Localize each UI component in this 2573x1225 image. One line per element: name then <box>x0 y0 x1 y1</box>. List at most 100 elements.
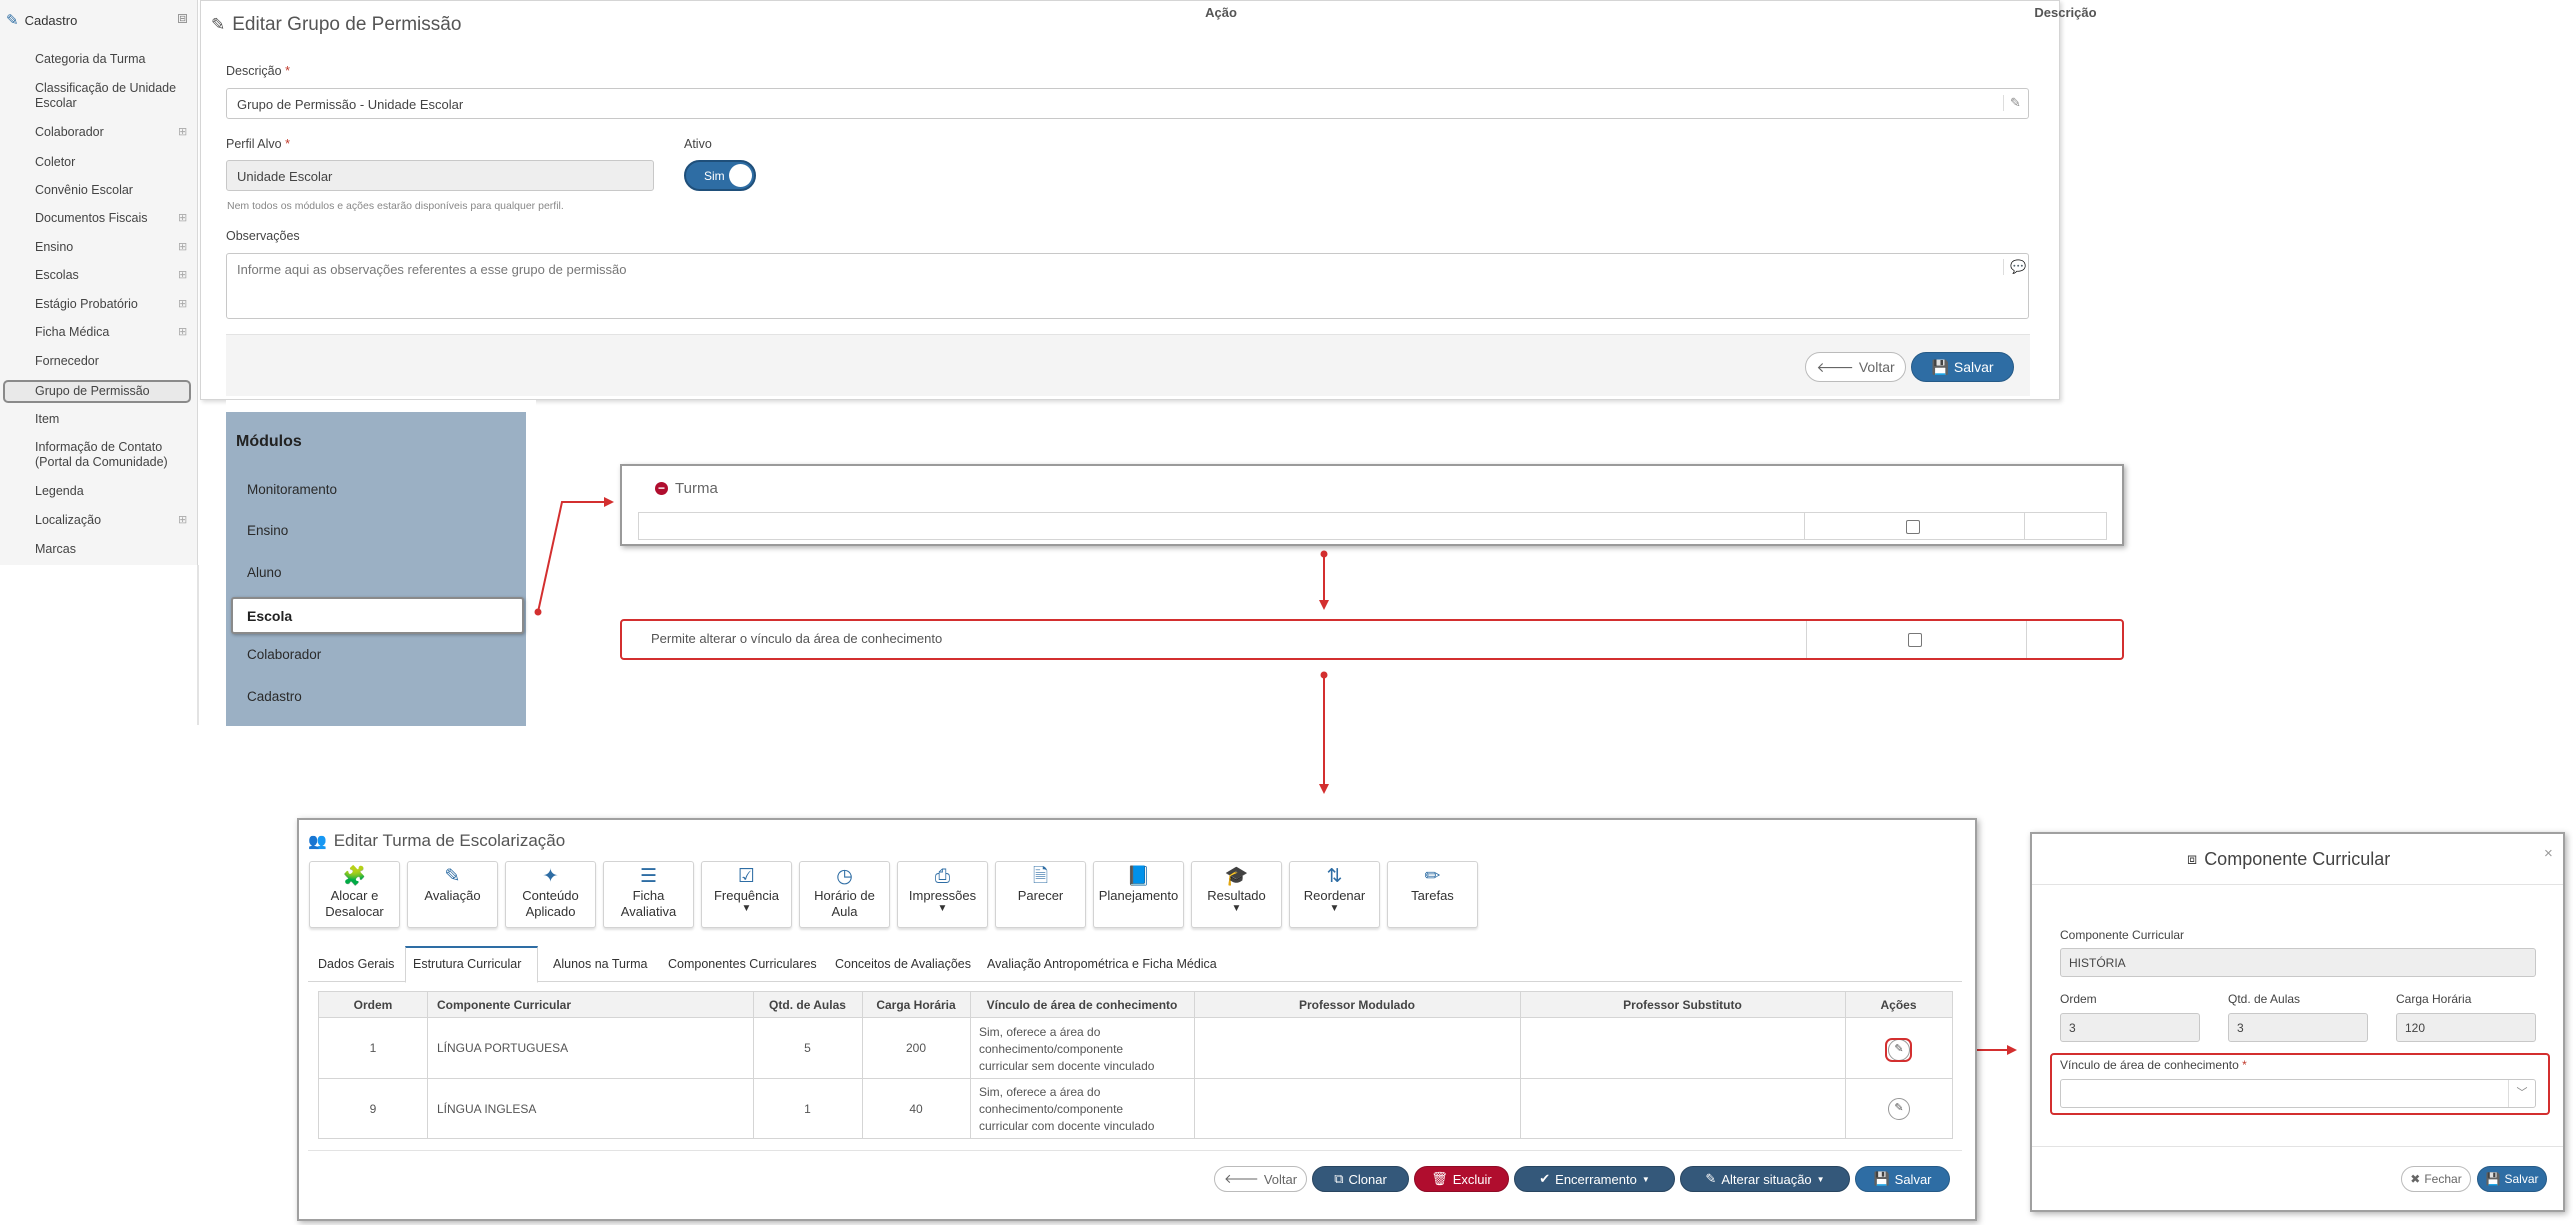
modules-title: Módulos <box>236 433 302 450</box>
tab-estrutura-curricular[interactable]: Estrutura Curricular <box>413 957 521 971</box>
sidebar-border <box>197 565 199 725</box>
toolbar-alocar-button[interactable]: 🧩 Alocar e Desalocar <box>309 861 400 928</box>
sidebar-item-fornecedor[interactable]: Fornecedor <box>35 354 185 369</box>
save-button[interactable]: 💾 Salvar <box>1911 352 2014 382</box>
toolbar-frequencia-button[interactable]: ☑ Frequência ▼ <box>701 861 792 928</box>
arrow-module-to-turma <box>534 497 614 616</box>
sidebar-item-informacao-contato[interactable]: Informação de Contato (Portal da Comunid… <box>35 440 185 470</box>
row2-classes: 1 <box>804 1102 811 1116</box>
row2-order: 9 <box>369 1102 377 1116</box>
caret-down-icon: ▼ <box>937 903 948 914</box>
sidebar-item-ensino[interactable]: Ensino <box>35 240 185 255</box>
class-save-button[interactable]: 💾 Salvar <box>1855 1166 1950 1192</box>
expand-icon[interactable]: ⊞ <box>178 515 187 526</box>
toolbar-horario-button[interactable]: ◷ Horário de Aula <box>799 861 890 928</box>
closing-dropdown-button[interactable]: ✔ Encerramento ▼ <box>1514 1166 1675 1192</box>
turma-table-header <box>638 512 2107 540</box>
edit-icon: ✎ <box>444 866 461 887</box>
profile-hint: Nem todos os módulos e ações estarão dis… <box>227 200 564 212</box>
toolbar-impressoes-button[interactable]: ⎙ Impressões ▼ <box>897 861 988 928</box>
notes-textarea[interactable]: Informe aqui as observações referentes a… <box>226 253 2029 319</box>
toolbar-avaliacao-button[interactable]: ✎ Avaliação <box>407 861 498 928</box>
modal-component-input[interactable]: HISTÓRIA <box>2060 948 2536 977</box>
module-item-aluno[interactable]: Aluno <box>247 565 282 580</box>
module-item-colaborador[interactable]: Colaborador <box>247 647 321 662</box>
row2-component: LÍNGUA INGLESA <box>437 1102 537 1116</box>
tab-dados-gerais[interactable]: Dados Gerais <box>318 957 394 971</box>
close-icon[interactable]: × <box>2544 845 2553 862</box>
sidebar-item-localizacao[interactable]: Localização <box>35 513 185 528</box>
profile-input[interactable]: Unidade Escolar <box>226 160 654 191</box>
toolbar-parecer-button[interactable]: 🗎 Parecer <box>995 861 1086 928</box>
module-item-monitoramento[interactable]: Monitoramento <box>247 482 337 497</box>
modal-hours-input[interactable]: 120 <box>2396 1013 2536 1042</box>
modal-classes-input[interactable]: 3 <box>2228 1013 2368 1042</box>
class-back-button[interactable]: 🡐 Voltar <box>1214 1166 1307 1192</box>
toolbar-tarefas-button[interactable]: ✏ Tarefas <box>1387 861 1478 928</box>
back-button[interactable]: 🡐 Voltar <box>1805 352 1906 382</box>
module-item-ensino[interactable]: Ensino <box>247 523 288 538</box>
modal-order-input[interactable]: 3 <box>2060 1013 2200 1042</box>
modal-close-button[interactable]: ✖ Fechar <box>2401 1166 2471 1192</box>
check-icon: ✔ <box>1539 1171 1551 1186</box>
expand-icon[interactable]: ⊞ <box>178 127 187 138</box>
module-item-cadastro[interactable]: Cadastro <box>247 689 302 704</box>
select-all-checkbox[interactable] <box>1906 520 1920 534</box>
sidebar-item-legenda[interactable]: Legenda <box>35 484 185 499</box>
arrow-turma-to-row <box>1319 550 1329 610</box>
sidebar-item-coletor[interactable]: Coletor <box>35 155 185 170</box>
sidebar-item-marcas[interactable]: Marcas <box>35 542 185 557</box>
sidebar-item-ficha-medica[interactable]: Ficha Médica <box>35 325 185 340</box>
active-toggle[interactable]: Sim <box>684 160 756 191</box>
column-header-professor-modulado: Professor Modulado <box>1298 998 1415 1012</box>
column-divider <box>1194 992 1195 1138</box>
modal-save-button[interactable]: 💾 Salvar <box>2477 1166 2547 1192</box>
delete-button[interactable]: 🗑 Excluir <box>1414 1166 1509 1192</box>
magic-wand-icon: ✦ <box>542 866 559 887</box>
expand-icon[interactable]: ⊞ <box>178 299 187 310</box>
tab-antropometrica[interactable]: Avaliação Antropométrica e Ficha Médica <box>987 957 1217 971</box>
expand-icon[interactable]: ⊞ <box>178 270 187 281</box>
sidebar-item-estagio[interactable]: Estágio Probatório <box>35 297 185 312</box>
permission-checkbox[interactable] <box>1908 633 1922 647</box>
sidebar-item-grupo-permissao[interactable]: Grupo de Permissão <box>35 384 185 399</box>
sidebar-item-convenio[interactable]: Convênio Escolar <box>35 183 185 198</box>
collapse-icon[interactable]: ⊟ <box>178 14 187 23</box>
sidebar-item-classificacao[interactable]: Classificação de Unidade Escolar <box>35 81 185 111</box>
row2-link: Sim, oferece a área do conhecimento/comp… <box>979 1085 1155 1133</box>
turma-section-title[interactable]: − Turma <box>655 480 718 497</box>
change-status-dropdown-button[interactable]: ✎ Alterar situação ▼ <box>1680 1166 1850 1192</box>
toolbar-conteudo-button[interactable]: ✦ Conteúdo Aplicado <box>505 861 596 928</box>
row-divider <box>319 1078 1952 1079</box>
sidebar-item-colaborador[interactable]: Colaborador <box>35 125 185 140</box>
sidebar-item-categoria-turma[interactable]: Categoria da Turma <box>35 52 185 67</box>
toolbar-planejamento-button[interactable]: 📘 Planejamento <box>1093 861 1184 928</box>
knowledge-area-link-select[interactable]: ﹀ <box>2060 1079 2536 1108</box>
toolbar-ficha-button[interactable]: ☰ Ficha Avaliativa <box>603 861 694 928</box>
graduation-cap-icon: 🎓 <box>1224 866 1249 887</box>
description-input[interactable]: Grupo de Permissão - Unidade Escolar <box>226 88 2029 119</box>
expand-icon[interactable]: ⊞ <box>178 242 187 253</box>
sidebar-item-item[interactable]: Item <box>35 412 185 427</box>
toolbar-reordenar-button[interactable]: ⇅ Reordenar ▼ <box>1289 861 1380 928</box>
clone-button[interactable]: ⧉ Clonar <box>1312 1166 1409 1192</box>
description-label: Descrição * <box>226 64 290 78</box>
sidebar-item-escolas[interactable]: Escolas <box>35 268 185 283</box>
comment-icon: 💬 <box>2003 259 2026 275</box>
expand-icon[interactable]: ⊞ <box>178 327 187 338</box>
column-divider <box>753 992 754 1138</box>
sidebar-item-documentos[interactable]: Documentos Fiscais <box>35 211 185 226</box>
tab-componentes[interactable]: Componentes Curriculares <box>668 957 817 971</box>
tab-alunos-turma[interactable]: Alunos na Turma <box>553 957 648 971</box>
module-item-escola[interactable]: Escola <box>231 597 524 634</box>
row2-edit-button[interactable]: ✎ <box>1888 1098 1910 1120</box>
column-header-ordem: Ordem <box>353 998 393 1012</box>
tab-conceitos[interactable]: Conceitos de Avaliações <box>835 957 971 971</box>
arrow-left-icon: 🡐 <box>1816 358 1854 375</box>
sidebar-header[interactable]: ✎ Cadastro <box>6 11 77 29</box>
expand-icon[interactable]: ⊞ <box>178 213 187 224</box>
toolbar-resultado-button[interactable]: 🎓 Resultado ▼ <box>1191 861 1282 928</box>
minus-circle-icon[interactable]: − <box>655 482 668 495</box>
save-icon: 💾 <box>1873 1171 1890 1186</box>
save-icon: 💾 <box>1931 358 1949 375</box>
